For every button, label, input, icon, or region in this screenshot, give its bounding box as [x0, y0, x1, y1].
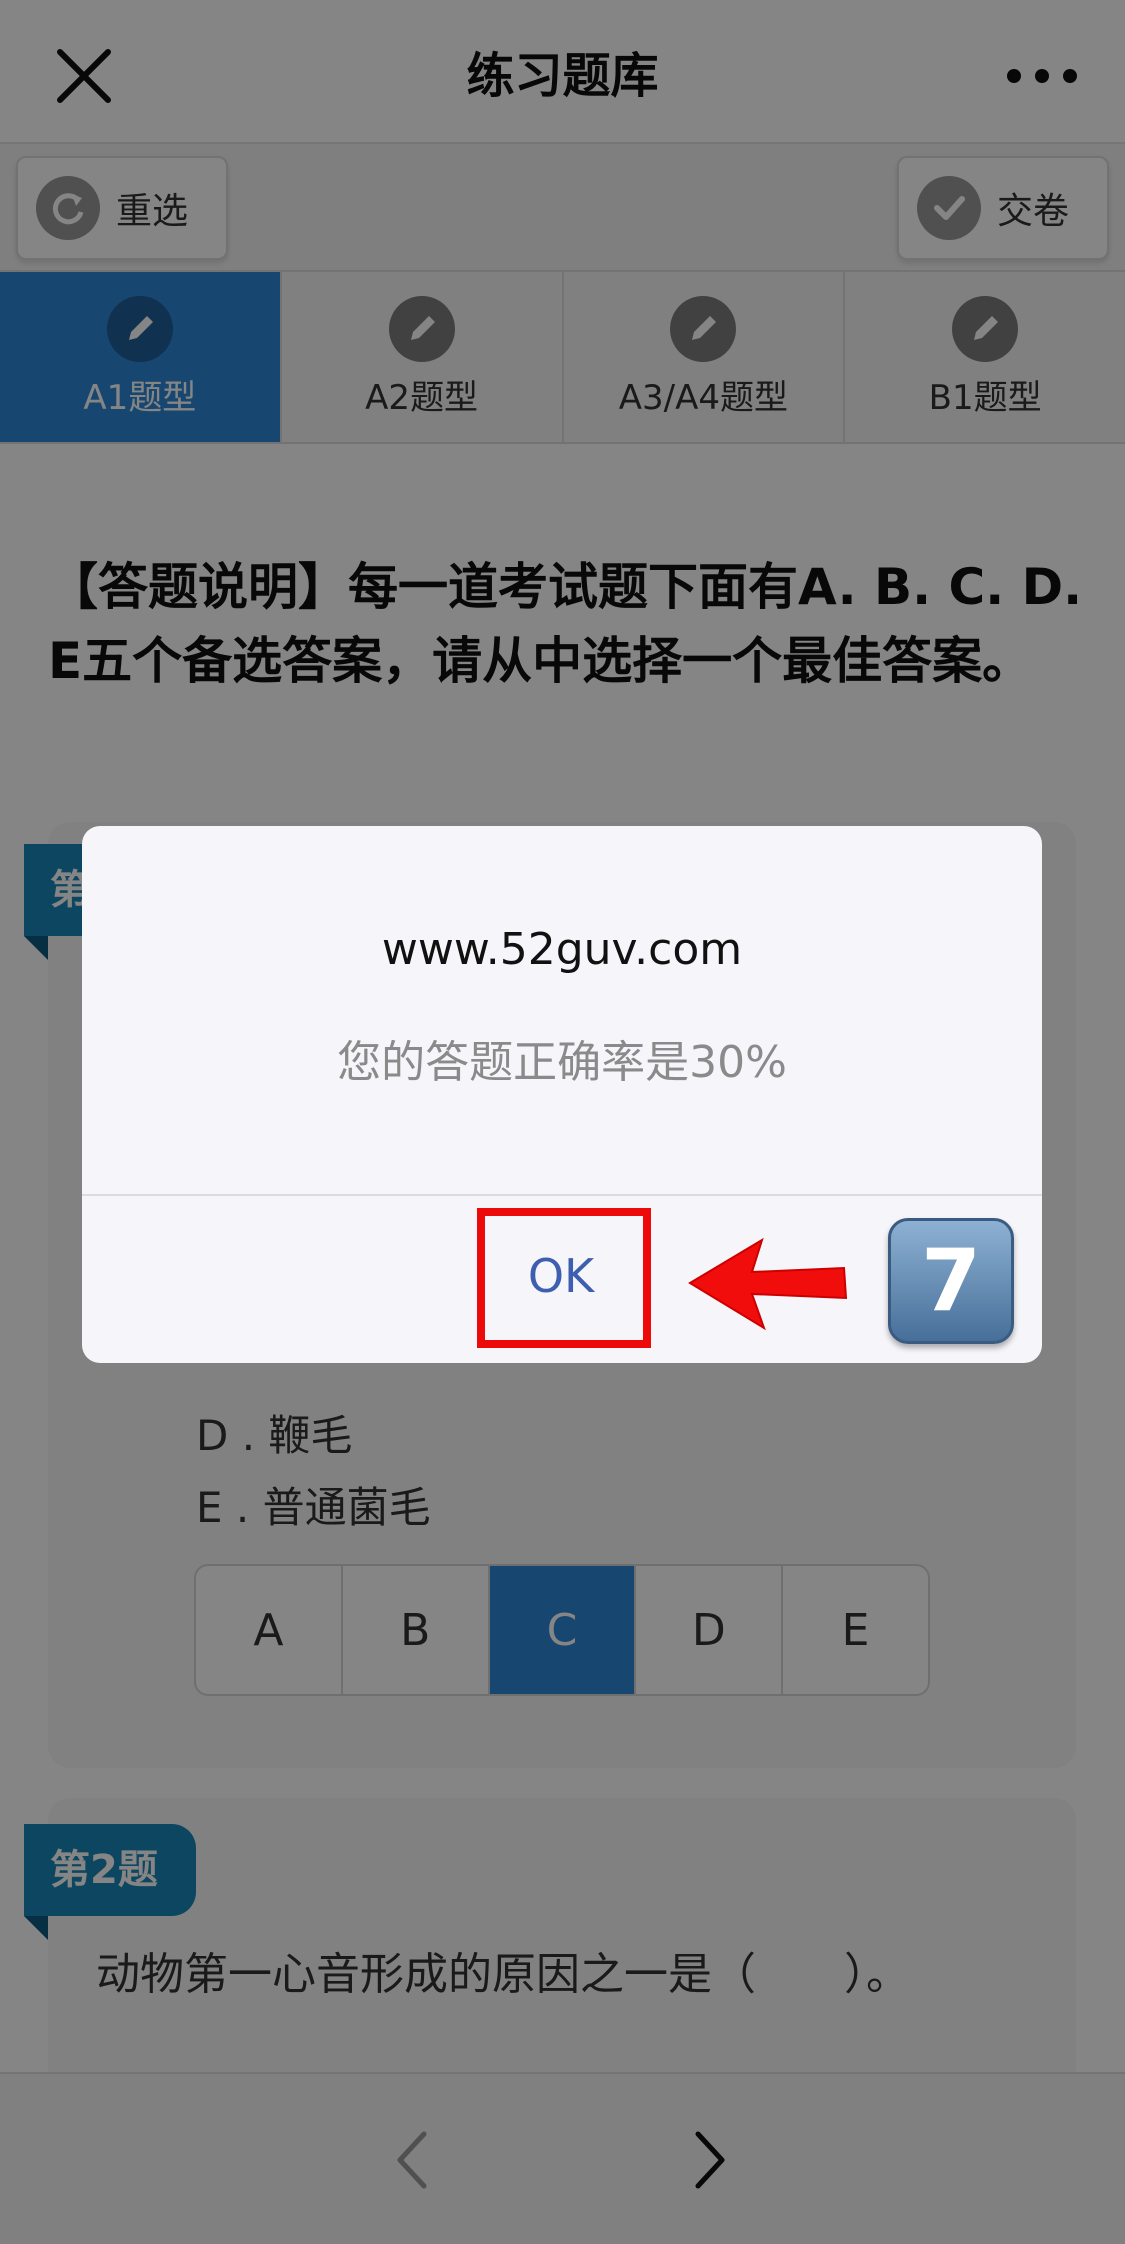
step-number-badge: 7 [888, 1218, 1014, 1344]
dialog-message: 您的答题正确率是30% [337, 1037, 787, 1088]
red-arrow-icon [688, 1237, 848, 1331]
dialog-title: www.52guv.com [381, 924, 743, 975]
ok-button-highlight-box [477, 1208, 651, 1348]
dialog-divider [82, 1194, 1042, 1196]
